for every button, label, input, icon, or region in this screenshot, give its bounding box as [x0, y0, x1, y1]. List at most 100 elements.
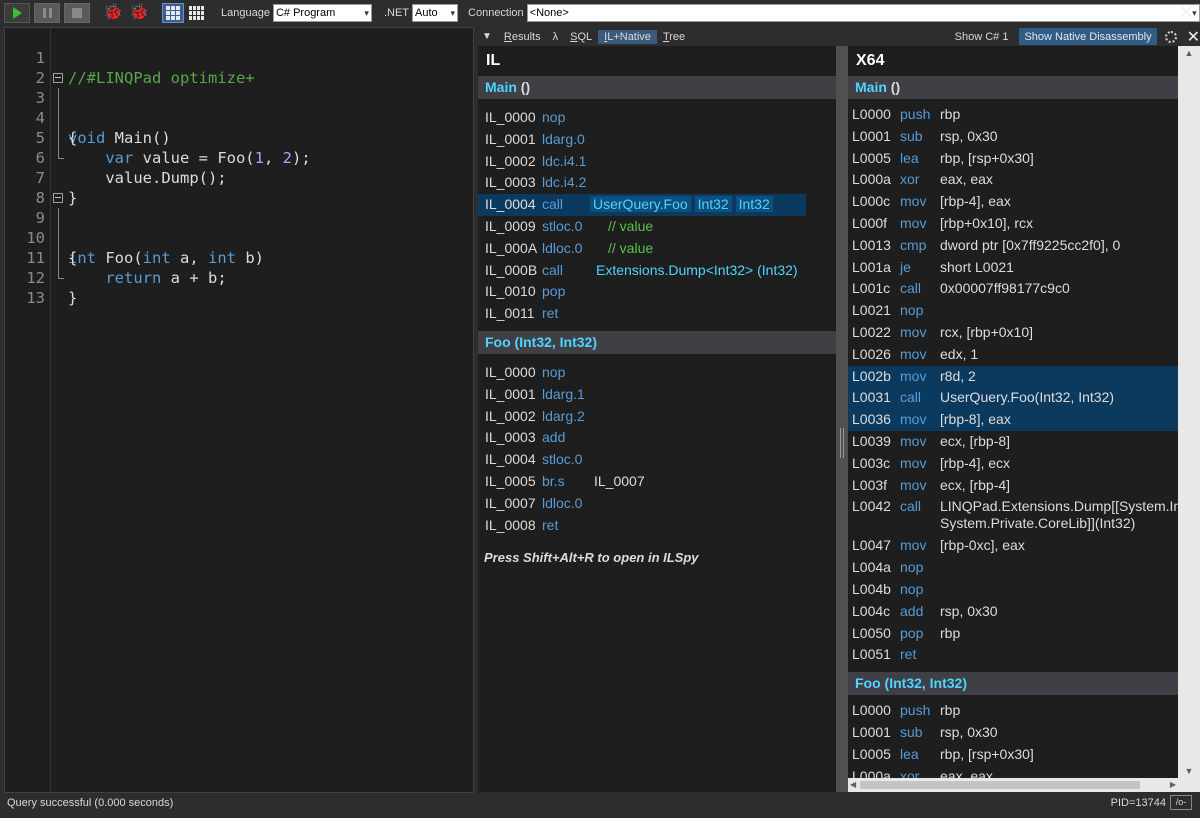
pause-icon [42, 8, 52, 18]
results-tab-bar: ▼ Results λ SQL IL+Native Tree Show C# 1… [478, 27, 1200, 46]
operand: rsp, 0x30 [940, 723, 998, 740]
x64-row: L0013 cmp dword ptr [0x7ff9225cc2f0], 0 [848, 235, 1178, 257]
address: L0005 [852, 149, 891, 166]
collapse-triangle-icon[interactable]: ▼ [482, 31, 492, 42]
opcode: xor [900, 171, 920, 188]
address: L0005 [852, 745, 891, 762]
operand: UserQuery.Foo(Int32, Int32) [940, 389, 1115, 406]
opcode: mov [900, 367, 927, 384]
address: L000f [852, 214, 888, 231]
code-line: 13 [5, 268, 473, 307]
x64-row: L0026 mov edx, 1 [848, 344, 1178, 366]
fold-collapse-icon[interactable] [53, 193, 63, 203]
horizontal-scrollbar[interactable]: ◀ ▶ [848, 778, 1178, 792]
opcode: mov [900, 411, 927, 428]
connection-select[interactable]: <None> ▾ [526, 4, 1200, 22]
scroll-left-icon[interactable]: ◀ [850, 778, 856, 792]
opcode: call [900, 498, 922, 515]
il-row: IL_0002 ldc.i4.1 [485, 152, 587, 169]
results-panel: ▼ Results λ SQL IL+Native Tree Show C# 1… [478, 27, 1200, 793]
pane-splitter[interactable] [836, 46, 848, 792]
rich-text-results-button[interactable] [186, 3, 207, 23]
x64-row: L0005 lea rbp, [rsp+0x30] [848, 744, 1178, 766]
operand: [rbp-0xc], eax [940, 537, 1025, 554]
status-bar: Query successful (0.000 seconds) PID=137… [0, 795, 1200, 818]
opcode: push [900, 106, 931, 122]
language-select[interactable]: C# Program ▾ [272, 4, 372, 22]
address: L0031 [852, 389, 891, 406]
tab-lambda[interactable]: λ [553, 31, 559, 43]
scroll-up-icon[interactable]: ▲ [1178, 48, 1200, 58]
net-select[interactable]: Auto ▾ [412, 4, 459, 22]
il-row: IL_0003 add [485, 429, 566, 446]
method-params: (Int32, Int32) [514, 333, 598, 350]
chevron-down-icon: ▾ [364, 8, 369, 18]
tab-tree[interactable]: Tree [663, 31, 685, 43]
il-row: IL_0002 ldarg.2 [485, 407, 585, 424]
show-csharp-button[interactable]: Show C# 1 [950, 28, 1014, 45]
method-header-foo[interactable]: Foo (Int32, Int32) [848, 672, 1178, 696]
call-target-link[interactable]: UserQuery.Foo [590, 196, 691, 213]
opcode: mov [900, 537, 927, 554]
scroll-down-icon[interactable]: ▼ [1178, 766, 1200, 776]
x64-row: L0050 pop rbp [848, 623, 1178, 645]
tab-il-native[interactable]: IL+Native [598, 29, 657, 44]
scrollbar-thumb[interactable] [860, 781, 1140, 789]
debug-step-button[interactable]: 🐞 [126, 3, 152, 23]
method-name: Foo [485, 333, 511, 350]
address: L003c [852, 454, 891, 471]
il-row: IL_0005 br.s IL_0007 [485, 472, 645, 489]
il-row-highlighted[interactable]: IL_0004 call UserQuery.Foo Int32 Int32 [478, 194, 806, 216]
operand: ecx, [rbp-4] [940, 476, 1011, 493]
address: L0026 [852, 345, 891, 362]
code-line: 12 } [5, 248, 473, 307]
method-header-main[interactable]: Main () [848, 76, 1178, 99]
opcode: mov [900, 323, 927, 340]
opcode: nop [900, 559, 924, 576]
debug-button[interactable]: 🐞 [100, 3, 126, 23]
method-header-foo[interactable]: Foo (Int32, Int32) [478, 330, 836, 354]
grid-results-button[interactable] [162, 3, 184, 23]
process-options-button[interactable]: /o- [1170, 795, 1192, 810]
x64-row: L0021 nop [848, 300, 1178, 322]
process-id: PID=13744 [1110, 797, 1166, 809]
code-editor[interactable]: 1 //#LINQPad optimize+ 2 3 void Main() 4… [4, 27, 474, 793]
operand: [rbp-4], ecx [940, 454, 1011, 471]
call-target-link[interactable]: Extensions.Dump<Int32> [596, 262, 753, 278]
fold-guide [58, 208, 59, 278]
pause-button[interactable] [34, 3, 60, 23]
address: L000c [852, 193, 891, 210]
language-select-value: C# Program [275, 7, 336, 19]
tab-results[interactable]: Results [504, 31, 541, 43]
fold-collapse-icon[interactable] [53, 73, 63, 83]
opcode: mov [900, 454, 927, 471]
bug-step-icon: 🐞 [129, 4, 149, 21]
fold-guide [58, 88, 59, 158]
close-results-icon[interactable]: ✕ [1187, 27, 1200, 47]
show-native-disassembly-button[interactable]: Show Native Disassembly [1019, 28, 1157, 45]
method-header-main[interactable]: Main () [478, 76, 836, 99]
vertical-scrollbar[interactable]: ▲ ▼ [1178, 46, 1200, 792]
code-line: 3 void Main() [5, 68, 473, 147]
operand: edx, 1 [940, 345, 979, 362]
x64-pane-title: X64 [856, 52, 885, 69]
connection-select-value: <None> [529, 7, 569, 19]
run-button[interactable] [4, 3, 30, 23]
il-pane: IL Main () IL_0000 nop IL_0001 ldarg.0 IL_… [478, 46, 836, 792]
code-line: 11 return a + b; [5, 228, 473, 287]
x64-row: L0000 push rbp [848, 104, 1178, 126]
tab-sql[interactable]: SQL [570, 31, 592, 43]
il-row: IL_0011 ret [485, 305, 559, 322]
address: L0036 [852, 411, 891, 428]
address: L000a [852, 171, 891, 188]
il-row: IL_0008 ret [485, 516, 559, 533]
scroll-right-icon[interactable]: ▶ [1170, 778, 1176, 792]
address: L001c [852, 280, 891, 297]
x64-row: L0039 mov ecx, [rbp-8] [848, 431, 1178, 453]
close-icon[interactable]: ✕ [1179, 2, 1194, 22]
stop-button[interactable] [64, 3, 90, 23]
method-params: (Int32, Int32) [884, 675, 968, 692]
x64-row: L003c mov [rbp-4], ecx [848, 453, 1178, 475]
operand: rbp, [rsp+0x30] [940, 149, 1034, 166]
opcode: mov [900, 432, 927, 449]
